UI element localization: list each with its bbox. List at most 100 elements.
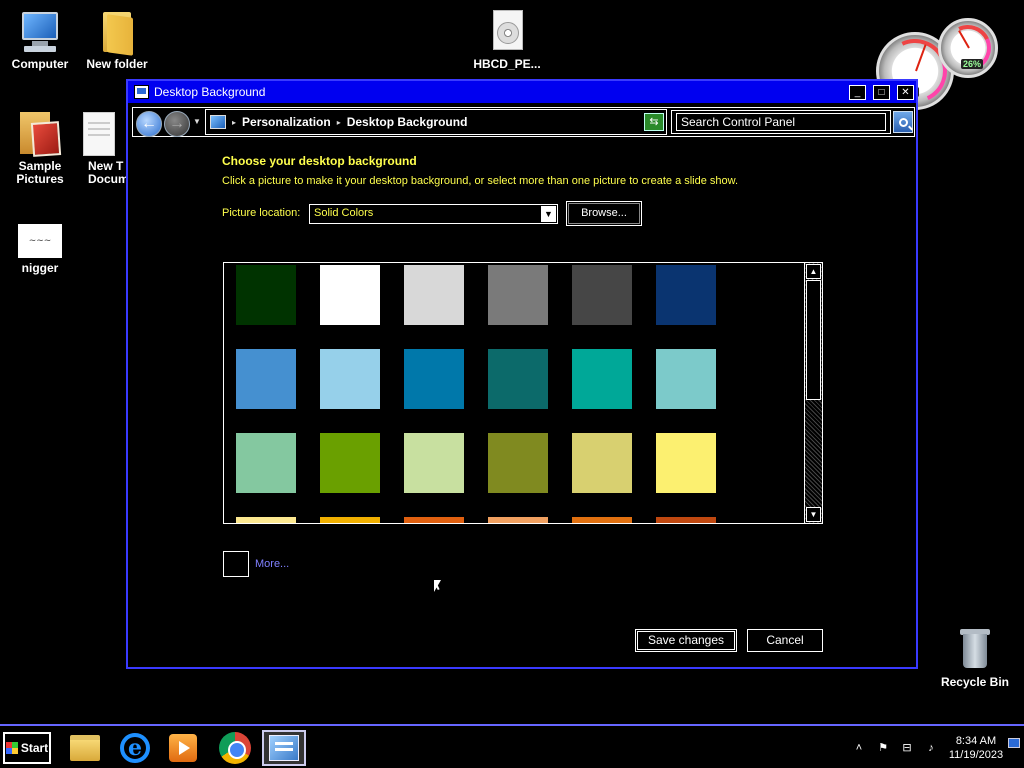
color-swatch[interactable] [572, 349, 632, 409]
breadcrumb-personalization[interactable]: Personalization [242, 115, 331, 129]
maximize-button[interactable]: □ [873, 84, 890, 100]
breadcrumb-separator: ▸ [232, 117, 237, 127]
picture-location-select[interactable]: Solid Colors ▼ [309, 204, 558, 224]
color-swatch[interactable] [656, 517, 716, 523]
desktop-icon-new-folder[interactable]: New folder [77, 8, 157, 71]
clock[interactable]: 8:34 AM 11/19/2023 [944, 734, 1008, 762]
color-swatch[interactable] [656, 265, 716, 325]
windows-logo-icon [5, 742, 18, 754]
taskbar-app-control-panel[interactable] [262, 730, 306, 766]
clock-date: 11/19/2023 [948, 749, 1004, 761]
color-swatch[interactable] [488, 265, 548, 325]
title-bar[interactable]: Desktop Background _ □ ✕ [128, 81, 916, 103]
cancel-button[interactable]: Cancel [747, 629, 823, 652]
breadcrumb-desktop-background[interactable]: Desktop Background [347, 115, 468, 129]
desktop-icon-label: nigger [21, 261, 59, 275]
color-swatch[interactable] [488, 349, 548, 409]
desktop-background-window: Desktop Background _ □ ✕ ← → ▼ ▸ Persona… [126, 79, 918, 669]
color-swatch[interactable] [404, 349, 464, 409]
desktop-icon-label: Docum [88, 172, 128, 186]
minimize-button[interactable]: _ [849, 84, 866, 100]
breadcrumb-separator: ▸ [336, 117, 341, 127]
arrow-right-icon: → [169, 115, 185, 132]
media-player-icon [169, 734, 197, 762]
color-swatch-list: ▲ ▼ [223, 262, 823, 524]
main-content: Choose your desktop background Click a p… [128, 139, 916, 667]
desktop-icon-recycle-bin[interactable]: Recycle Bin [935, 626, 1015, 689]
desktop-icon-label: Recycle Bin [940, 675, 1010, 689]
color-swatch[interactable] [404, 433, 464, 493]
color-swatch[interactable] [404, 265, 464, 325]
taskbar-app-media-player[interactable] [161, 730, 205, 766]
desktop-icon-label: HBCD_PE... [473, 57, 541, 71]
desktop-icon-sample-pictures[interactable]: Sample Pictures [0, 110, 80, 186]
picture-location-label: Picture location: [222, 207, 301, 219]
color-swatch[interactable] [320, 349, 380, 409]
picture-location-value: Solid Colors [314, 207, 374, 219]
folder-icon [93, 8, 141, 56]
control-panel-icon [269, 735, 299, 761]
forward-button[interactable]: → [164, 111, 190, 137]
more-colors-link[interactable]: More... [255, 558, 289, 570]
memory-dial: 26% [938, 18, 998, 78]
scroll-thumb[interactable] [806, 280, 821, 400]
arrow-left-icon: ← [141, 115, 157, 132]
color-swatch[interactable] [488, 517, 548, 523]
internet-explorer-icon: e [120, 733, 150, 763]
taskbar-app-chrome[interactable] [213, 730, 257, 766]
desktop-icon-signature-image[interactable]: ~~~ nigger [0, 224, 80, 275]
search-input[interactable] [676, 113, 886, 131]
color-swatch[interactable] [320, 517, 380, 523]
chevron-down-icon: ▼ [541, 206, 556, 222]
refresh-icon: ⇆ [649, 116, 659, 128]
color-swatch[interactable] [572, 265, 632, 325]
swatch-grid [236, 265, 716, 493]
color-swatch[interactable] [236, 349, 296, 409]
desktop-icon-computer[interactable]: Computer [0, 8, 80, 71]
color-swatch[interactable] [320, 265, 380, 325]
desktop-icon-hbcd[interactable]: HBCD_PE... [467, 8, 547, 71]
action-center-flag-icon[interactable]: ⚑ [876, 741, 890, 755]
color-swatch[interactable] [320, 433, 380, 493]
search-box [671, 110, 891, 134]
browse-button[interactable]: Browse... [566, 201, 642, 226]
page-heading: Choose your desktop background [222, 154, 417, 168]
computer-icon [16, 8, 64, 56]
disc-image-icon [483, 8, 531, 56]
color-swatch[interactable] [236, 433, 296, 493]
show-desktop-button[interactable] [1008, 738, 1020, 748]
search-button[interactable] [893, 111, 913, 133]
volume-muted-icon[interactable]: ♪ [924, 741, 938, 755]
color-swatch[interactable] [572, 517, 632, 523]
desktop-icon-new-text-document[interactable]: New T Docum [70, 110, 128, 186]
clock-time: 8:34 AM [955, 735, 997, 747]
taskbar-app-explorer[interactable] [63, 730, 107, 766]
start-button[interactable]: Start [3, 732, 51, 764]
color-swatch[interactable] [656, 433, 716, 493]
memory-percent: 26% [961, 59, 984, 69]
close-button[interactable]: ✕ [897, 84, 914, 100]
file-explorer-icon [70, 735, 100, 761]
image-file-icon: ~~~ [18, 224, 62, 258]
recycle-bin-icon [951, 626, 999, 674]
scroll-down-button[interactable]: ▼ [806, 507, 821, 522]
back-button[interactable]: ← [136, 111, 162, 137]
recent-pages-dropdown[interactable]: ▼ [193, 117, 201, 126]
color-swatch[interactable] [236, 265, 296, 325]
taskbar-app-internet-explorer[interactable]: e [113, 730, 157, 766]
color-swatch[interactable] [656, 349, 716, 409]
show-hidden-icons-button[interactable]: ˄ [852, 741, 866, 755]
breadcrumb[interactable]: ▸ Personalization ▸ Desktop Background ▽ [205, 109, 667, 135]
scroll-up-button[interactable]: ▲ [806, 264, 821, 279]
color-swatch[interactable] [236, 517, 296, 523]
color-swatch[interactable] [572, 433, 632, 493]
search-icon [898, 117, 908, 127]
color-swatch[interactable] [488, 433, 548, 493]
color-swatch[interactable] [404, 517, 464, 523]
vertical-scrollbar[interactable]: ▲ ▼ [804, 263, 822, 523]
save-changes-button[interactable]: Save changes [635, 629, 737, 652]
network-icon[interactable]: ⊟ [900, 741, 914, 755]
custom-color-swatch[interactable] [223, 551, 249, 577]
page-instructions: Click a picture to make it your desktop … [222, 175, 739, 187]
refresh-button[interactable]: ⇆ [644, 113, 664, 131]
